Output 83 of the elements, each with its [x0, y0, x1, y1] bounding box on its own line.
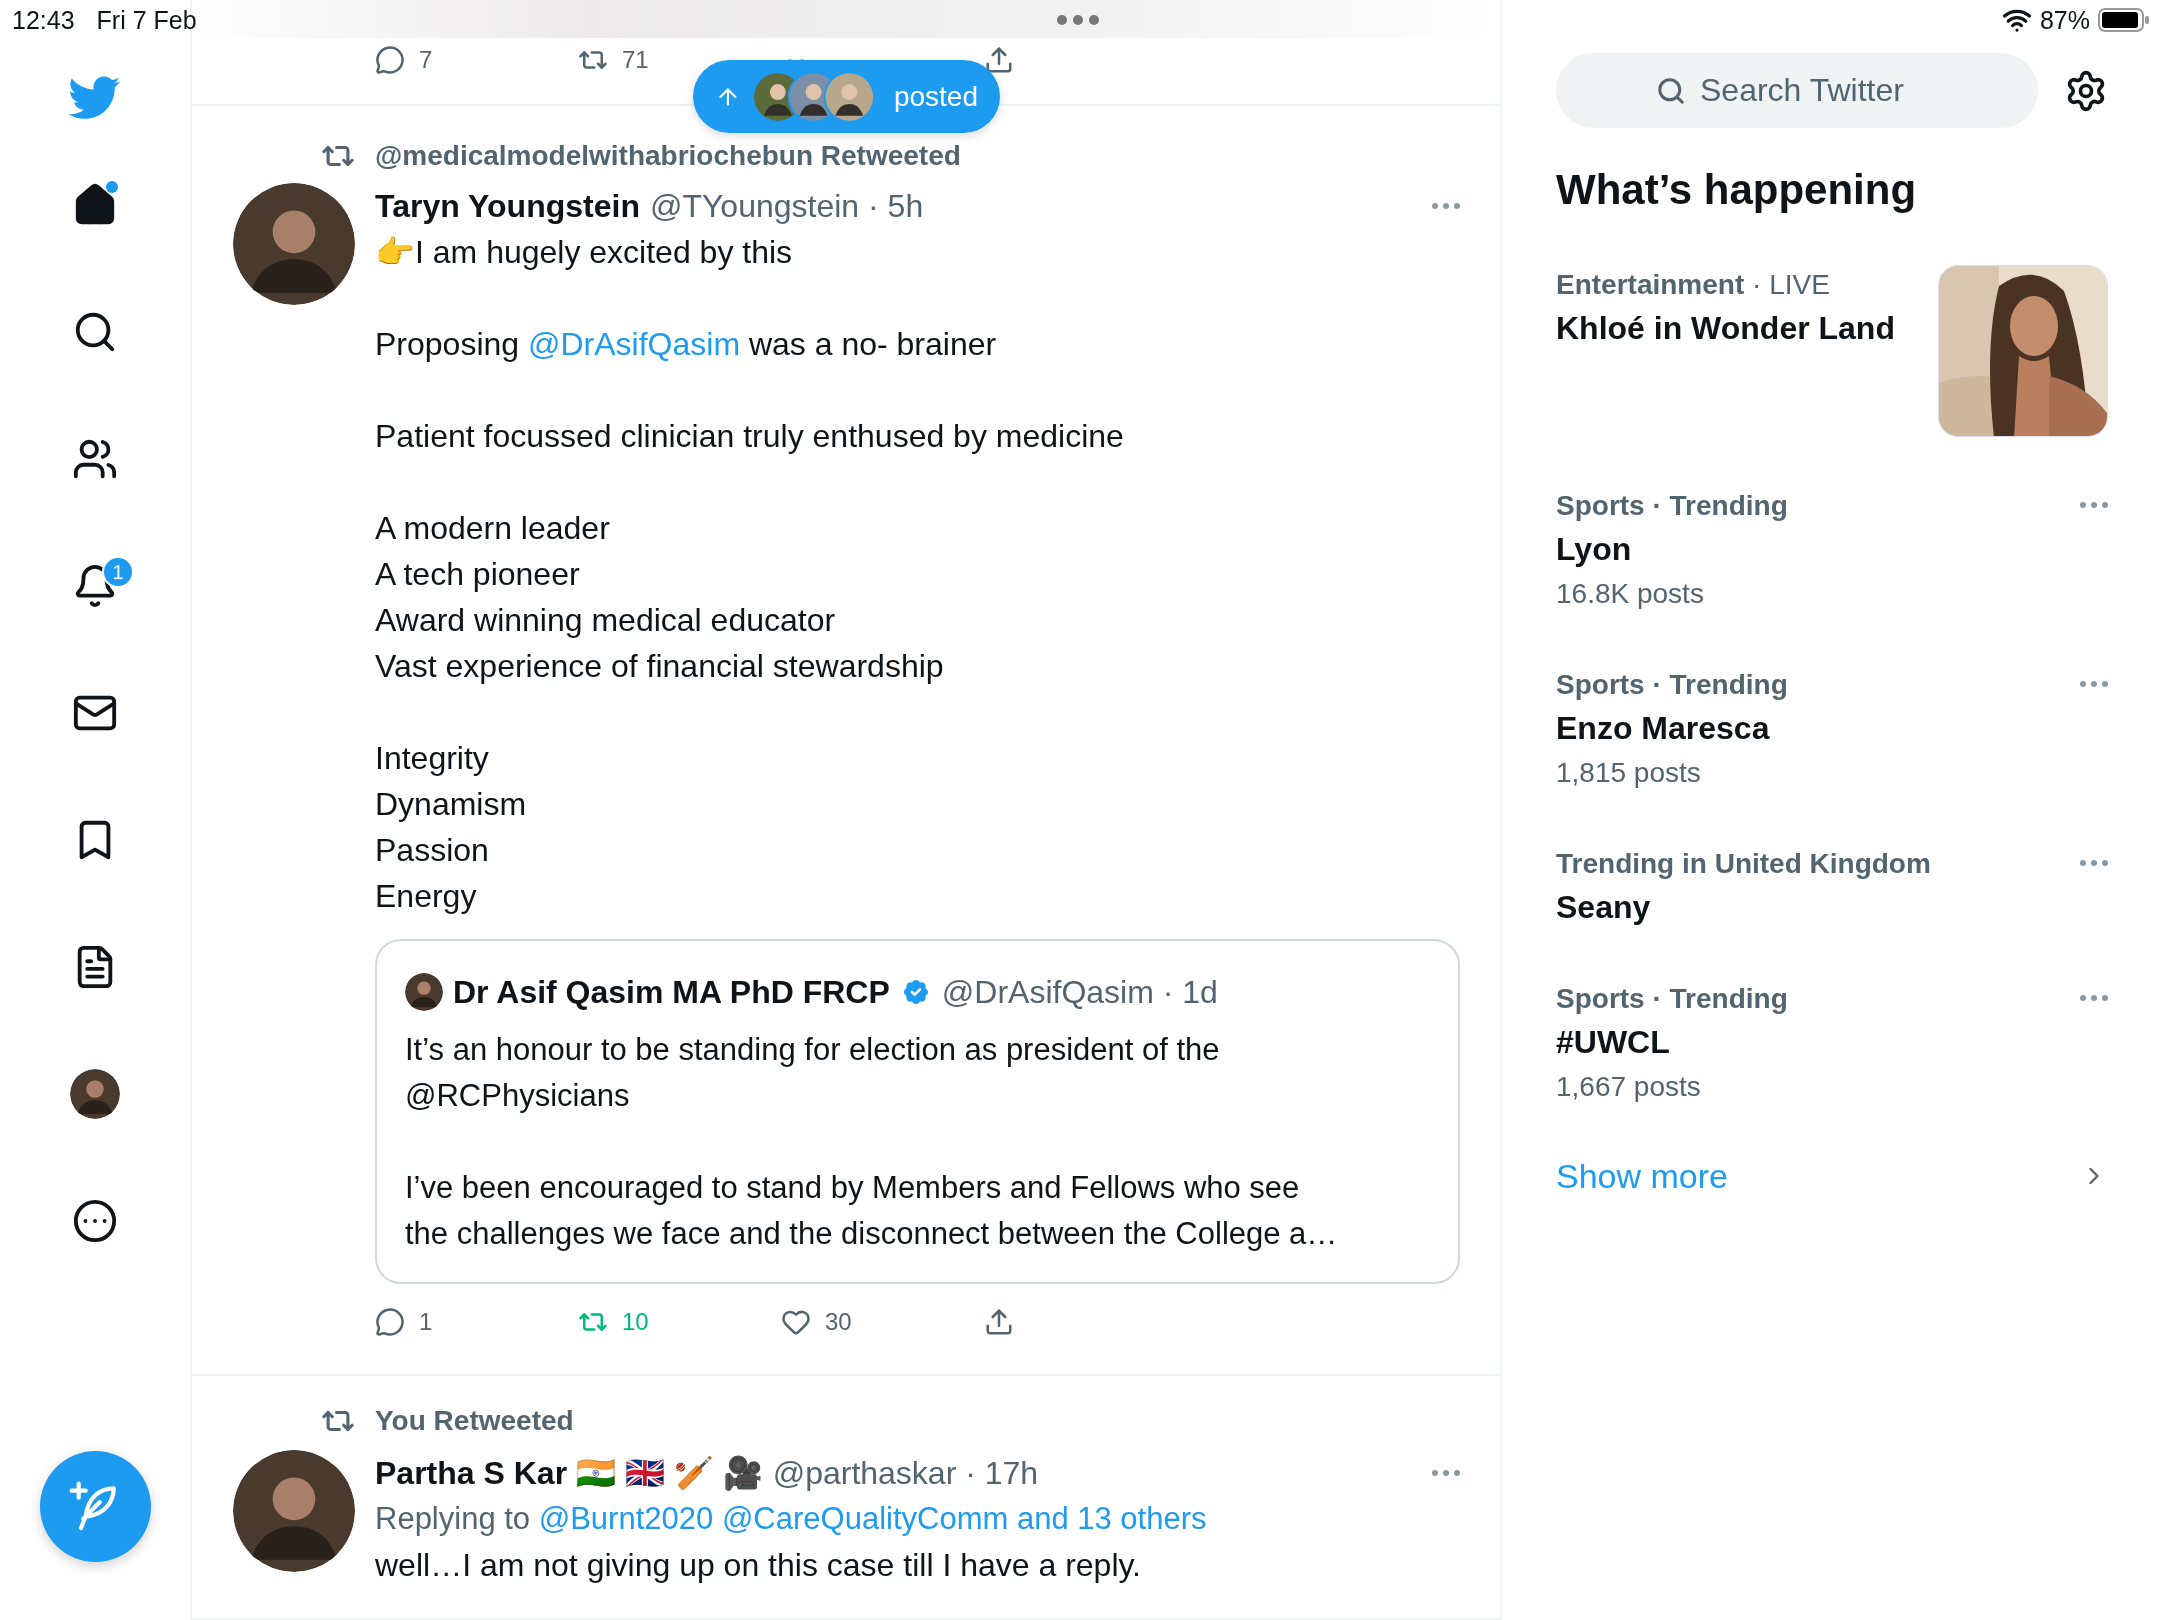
more-icon [2080, 860, 2108, 866]
trend-category: Trending in United Kingdom [1556, 847, 1932, 881]
tweet-text: Passion [375, 831, 490, 870]
tweet-text: Proposing @DrAsifQasim was a no- brainer [375, 325, 998, 364]
more-icon [2080, 502, 2108, 508]
search-input[interactable]: Search Twitter [1698, 71, 1938, 110]
more-button[interactable] [2080, 995, 2108, 1001]
tweet-text: 👉I am hugely excited by this [375, 233, 794, 272]
trend-title: Lyon [1556, 530, 1633, 569]
trend-item[interactable]: Entertainment · LIVE Khloé in Wonder Land [1556, 241, 2108, 462]
more-button[interactable] [2080, 681, 2108, 687]
multitasking-icon[interactable] [1056, 14, 1100, 26]
retweet-button[interactable]: 71 [578, 45, 649, 75]
more-button[interactable] [1432, 1470, 1460, 1476]
trend-item[interactable]: Trending in United Kingdom Seany [1556, 820, 2108, 955]
profile-avatar[interactable] [70, 1068, 120, 1119]
trend-title: Enzo Maresca [1556, 709, 1771, 748]
tweet-text: Integrity [375, 739, 490, 778]
author-handle: @DrAsifQasim · 1d [941, 973, 1218, 1011]
trend-category: Entertainment · LIVE [1556, 268, 1831, 302]
tweet-text: Patient focussed clinician truly enthused by medicine [375, 417, 1125, 456]
bird-logo[interactable] [69, 76, 121, 120]
share-icon [984, 1307, 1014, 1337]
tweet-text: @RCPhysicians [405, 1077, 631, 1115]
avatar[interactable] [233, 183, 355, 305]
trend-title: #UWCL [1556, 1023, 1671, 1062]
status-date: Fri 7 Feb [96, 5, 197, 35]
tweet-text: A modern leader [375, 509, 611, 548]
more-button[interactable] [1432, 203, 1460, 209]
share-button[interactable] [984, 1307, 1014, 1337]
author-handle: @parthaskar · 17h [772, 1454, 1039, 1492]
tweet-text: well…I am not giving up on this case till I have a reply. [375, 1546, 1142, 1585]
share-icon [984, 45, 1014, 75]
avatar[interactable] [405, 973, 443, 1011]
section-heading: What’s happening [1556, 166, 1918, 214]
tweet-text: Award winning medical educator [375, 601, 837, 640]
like-button[interactable]: 30 [781, 1307, 852, 1337]
more-icon [1432, 203, 1460, 209]
comment-icon [375, 1307, 405, 1337]
search-field[interactable]: Search Twitter [1556, 53, 2038, 128]
trend-title: Seany [1556, 888, 1652, 927]
tweet-text: the challenges we face and the disconnect between the College a… [405, 1215, 1339, 1253]
post-count: 1,667 posts [1556, 1070, 1702, 1104]
tweet-text: Energy [375, 877, 478, 916]
trend-category: Sports · Trending [1556, 668, 1789, 702]
trend-item[interactable]: Sports · Trending Lyon 16.8K posts [1556, 462, 2108, 641]
tweet-text: A tech pioneer [375, 555, 581, 594]
retweet-context: You Retweeted [375, 1405, 574, 1437]
reply-button[interactable]: 1 [375, 1307, 433, 1337]
trend-category: Sports · Trending [1556, 982, 1789, 1016]
tweet-text: It’s an honour to be standing for election as president of the [405, 1031, 1221, 1069]
author-name[interactable]: Taryn Youngstein [375, 187, 640, 225]
post-count: 1,815 posts [1556, 756, 1702, 790]
more-button[interactable] [2080, 860, 2108, 866]
avatar[interactable] [233, 1450, 355, 1572]
author-name[interactable]: Partha S Kar 🇮🇳 🇬🇧 🏏 🎥 [375, 1454, 763, 1492]
comment-icon [375, 45, 405, 75]
trend-title: Khloé in Wonder Land [1556, 309, 1896, 348]
trend-item[interactable]: Sports · Trending Enzo Maresca 1,815 posts [1556, 641, 2108, 820]
replying-to-text: Replying to @Burnt2020 @CareQualityComm and 13 others [375, 1500, 1208, 1538]
trend-item[interactable]: Sports · Trending #UWCL 1,667 posts [1556, 955, 2108, 1134]
trend-category: Sports · Trending [1556, 489, 1789, 523]
reply-button[interactable]: 7 [375, 45, 433, 75]
notification-badge: 1 [102, 556, 134, 588]
status-time: 12:43 [12, 5, 75, 35]
compose-button[interactable] [39, 1451, 151, 1562]
more-icon [72, 1197, 118, 1244]
author-handle: @TYoungstein · 5h [649, 187, 924, 225]
more-icon [2080, 995, 2108, 1001]
battery-icon [2098, 8, 2150, 32]
tweet-text: I’ve been encouraged to stand by Members and Fellows who see [405, 1169, 1301, 1207]
author-name[interactable]: Dr Asif Qasim MA PhD FRCP [453, 973, 890, 1011]
more-icon [2080, 681, 2108, 687]
quoted-tweet[interactable] [375, 939, 1460, 1284]
battery-percent: 87% [2039, 5, 2090, 35]
tweet-text: Vast experience of financial stewardship [375, 647, 945, 686]
tweet-text: Dynamism [375, 785, 528, 824]
more-button[interactable] [2080, 502, 2108, 508]
search-icon [1656, 75, 1686, 106]
retweet-context: @medicalmodelwithabriochebun Retweeted [375, 140, 961, 172]
post-count: 16.8K posts [1556, 577, 1705, 611]
share-button[interactable] [984, 45, 1014, 75]
more-icon [1432, 1470, 1460, 1476]
